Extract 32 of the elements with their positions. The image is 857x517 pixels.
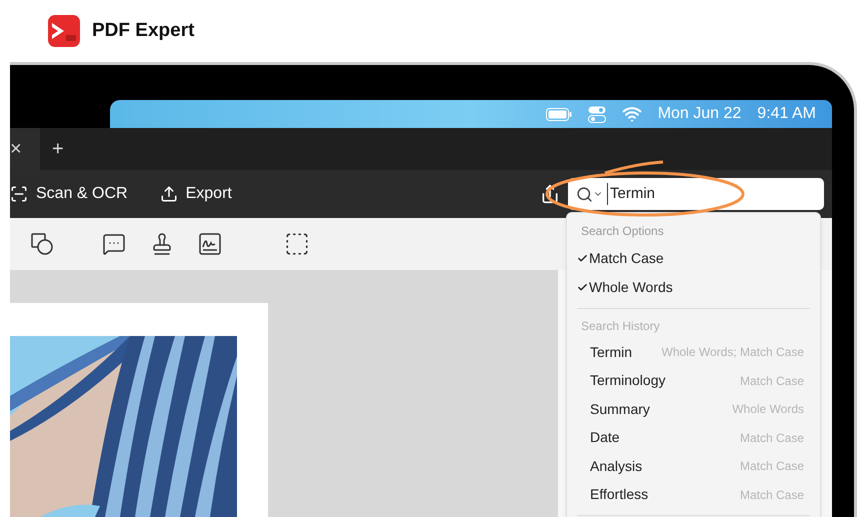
toolbar-button[interactable]: Scan & OCR <box>10 182 128 206</box>
new-tab-button[interactable]: + <box>52 134 64 164</box>
share-icon[interactable] <box>540 184 560 204</box>
history-item[interactable]: Terminology Match Case <box>575 366 812 395</box>
search-icon <box>576 186 593 202</box>
checkmark-icon <box>576 282 588 293</box>
history-item[interactable]: Analysis Match Case <box>575 452 812 480</box>
wifi-icon <box>622 104 642 124</box>
menu-section-title: Search Options <box>580 223 665 240</box>
history-item[interactable]: Termin Whole Words; Match Case <box>575 338 812 366</box>
menu-option[interactable]: Match Case <box>575 244 812 273</box>
menu-section-title: Search History <box>580 318 661 335</box>
tab-close-button[interactable]: × <box>10 128 40 170</box>
menu-bar-date: Mon Jun 22 <box>658 104 742 124</box>
logo-icon <box>48 15 80 47</box>
menu-option[interactable]: Whole Words <box>575 273 812 302</box>
scanner-icon <box>10 185 28 203</box>
history-item[interactable]: Effortless Match Case <box>575 480 812 509</box>
menu-bar-time: 9:41 AM <box>757 104 816 124</box>
upload-icon <box>160 185 178 203</box>
toolbar-button[interactable]: Export <box>160 182 232 206</box>
toggle-icon <box>588 106 606 122</box>
selection-icon[interactable] <box>284 231 310 257</box>
history-item[interactable]: Summary Whole Words <box>575 395 812 424</box>
history-item[interactable]: Date Match Case <box>575 424 812 452</box>
battery-icon <box>546 108 572 120</box>
comment-icon[interactable] <box>102 232 126 256</box>
brand-name: PDF Expert <box>92 18 194 43</box>
shape-icon[interactable] <box>30 232 54 256</box>
signature-icon[interactable] <box>198 232 222 256</box>
checkmark-icon <box>576 253 588 264</box>
search-field[interactable]: Termin <box>568 178 824 210</box>
